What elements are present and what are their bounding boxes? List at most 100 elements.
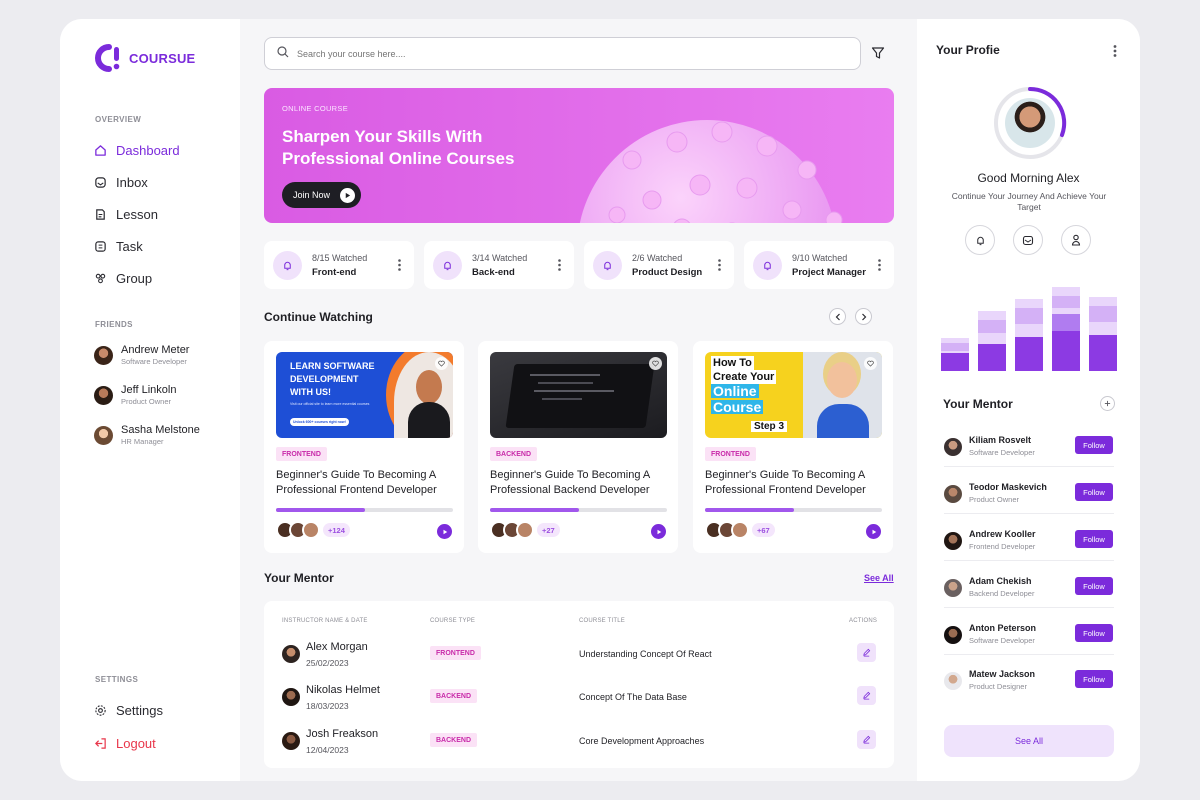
- nav-inbox[interactable]: Inbox: [94, 175, 148, 190]
- next-button[interactable]: [855, 308, 872, 325]
- stat-card[interactable]: 3/14 Watched Back-end: [424, 241, 574, 289]
- notification-button[interactable]: [965, 225, 995, 255]
- thumb-person: [416, 370, 442, 404]
- heart-icon[interactable]: [435, 357, 448, 370]
- edit-button[interactable]: [857, 730, 876, 749]
- stat-card[interactable]: 8/15 Watched Front-end: [264, 241, 414, 289]
- profile-avatar[interactable]: [1005, 98, 1055, 148]
- course-card[interactable]: BACKEND Beginner's Guide To Becoming A P…: [478, 341, 678, 553]
- main-content: ONLINE COURSE Sharpen Your Skills With P…: [240, 19, 917, 781]
- edit-icon: [863, 691, 871, 700]
- table-row: Alex Morgan 25/02/2023 FRONTEND Understa…: [282, 641, 878, 677]
- course-card[interactable]: How To Create Your Online Course Step 3 …: [693, 341, 893, 553]
- course-card[interactable]: LEARN SOFTWARE DEVELOPMENT WITH US! Visi…: [264, 341, 464, 553]
- search-input[interactable]: [297, 48, 817, 59]
- more-vertical-icon[interactable]: [558, 259, 561, 271]
- nav-lesson[interactable]: Lesson: [94, 207, 158, 222]
- more-vertical-icon[interactable]: [1113, 45, 1117, 57]
- table-header: COURSE TITLE: [579, 618, 625, 624]
- thumb-line: How To: [711, 356, 754, 370]
- add-mentor-button[interactable]: [1100, 396, 1115, 411]
- stat-card[interactable]: 2/6 Watched Product Design: [584, 241, 734, 289]
- avatar: [944, 485, 962, 503]
- edit-button[interactable]: [857, 643, 876, 662]
- play-button[interactable]: [437, 524, 452, 539]
- banner-tag: ONLINE COURSE: [282, 104, 348, 113]
- course-type-badge: BACKEND: [490, 447, 537, 461]
- thumb-subtext: Visit our official site to learn more es…: [290, 402, 370, 406]
- bell-icon: [433, 250, 462, 280]
- friend-item[interactable]: Andrew Meter Software Developer: [94, 344, 189, 366]
- friend-item[interactable]: Sasha Melstone HR Manager: [94, 424, 200, 446]
- user-button[interactable]: [1061, 225, 1091, 255]
- thumb-step: Step 3: [751, 421, 788, 432]
- hero-banner: ONLINE COURSE Sharpen Your Skills With P…: [264, 88, 894, 223]
- follow-button[interactable]: Follow: [1075, 577, 1113, 595]
- course-type-badge: FRONTEND: [430, 646, 481, 660]
- divider: [944, 607, 1114, 608]
- course-title: Beginner's Guide To Becoming A Professio…: [276, 469, 437, 496]
- nav-group-label: Group: [116, 271, 153, 286]
- bell-icon: [976, 236, 984, 245]
- logo-icon: [95, 44, 120, 72]
- friend-item[interactable]: Jeff Linkoln Product Owner: [94, 384, 176, 406]
- nav-logout[interactable]: Logout: [94, 736, 156, 751]
- avatar: [302, 521, 320, 539]
- edit-button[interactable]: [857, 686, 876, 705]
- follow-button[interactable]: Follow: [1075, 483, 1113, 501]
- follow-button[interactable]: Follow: [1075, 670, 1113, 688]
- filter-icon[interactable]: [870, 45, 886, 61]
- nav-dashboard[interactable]: Dashboard: [94, 143, 180, 158]
- stat-category: Project Manager: [792, 266, 866, 278]
- thumb-code-line: [542, 398, 582, 400]
- viewer-avatars: +27: [490, 521, 560, 539]
- nav-group[interactable]: Group: [94, 271, 152, 286]
- stat-card[interactable]: 9/10 Watched Project Manager: [744, 241, 894, 289]
- message-button[interactable]: [1013, 225, 1043, 255]
- search-bar[interactable]: [264, 37, 861, 70]
- play-icon: [340, 187, 356, 203]
- instructor-name: Nikolas Helmet: [306, 684, 380, 696]
- thumb-line: Course: [711, 399, 764, 415]
- course-type-badge: BACKEND: [430, 733, 477, 747]
- bar-group: [978, 311, 1006, 371]
- task-icon: [94, 240, 107, 253]
- more-vertical-icon[interactable]: [718, 259, 721, 271]
- course-type-badge: FRONTEND: [705, 447, 756, 461]
- follow-button[interactable]: Follow: [1075, 436, 1113, 454]
- friend-name: Sasha Melstone: [121, 424, 200, 436]
- heart-icon[interactable]: [649, 357, 662, 370]
- course-title: Core Development Approaches: [579, 736, 705, 746]
- play-icon: [443, 529, 447, 534]
- more-vertical-icon[interactable]: [878, 259, 881, 271]
- join-now-button[interactable]: Join Now: [282, 182, 362, 208]
- logo[interactable]: COURSUE: [94, 43, 195, 73]
- follow-button[interactable]: Follow: [1075, 624, 1113, 642]
- edit-icon: [863, 648, 871, 657]
- instructor-name: Josh Freakson: [306, 728, 379, 740]
- message-icon: [1022, 235, 1034, 245]
- decorative-blob: [579, 120, 843, 223]
- prev-button[interactable]: [829, 308, 846, 325]
- follow-button[interactable]: Follow: [1075, 530, 1113, 548]
- brand-name: COURSUE: [129, 50, 196, 66]
- progress-fill: [490, 508, 579, 512]
- overview-label: OVERVIEW: [95, 115, 142, 124]
- table-row: Nikolas Helmet 18/03/2023 BACKEND Concep…: [282, 684, 878, 720]
- nav-task[interactable]: Task: [94, 239, 143, 254]
- profile-title: Your Profie: [936, 43, 1000, 57]
- edit-icon: [863, 735, 871, 744]
- nav-settings[interactable]: Settings: [94, 703, 163, 718]
- play-button[interactable]: [651, 524, 666, 539]
- more-vertical-icon[interactable]: [398, 259, 401, 271]
- mentor-item: Matew Jackson Product Designer Follow: [944, 669, 1114, 709]
- viewer-count: +124: [323, 523, 350, 537]
- search-icon: [277, 45, 289, 63]
- course-thumbnail: [490, 352, 667, 438]
- course-title: Concept Of The Data Base: [579, 692, 687, 702]
- play-button[interactable]: [866, 524, 881, 539]
- see-all-mentors-button[interactable]: See All: [944, 725, 1114, 757]
- sidebar: COURSUE OVERVIEW Dashboard Inbox Lesson …: [60, 19, 240, 781]
- see-all-link[interactable]: See All: [864, 573, 894, 583]
- heart-icon[interactable]: [864, 357, 877, 370]
